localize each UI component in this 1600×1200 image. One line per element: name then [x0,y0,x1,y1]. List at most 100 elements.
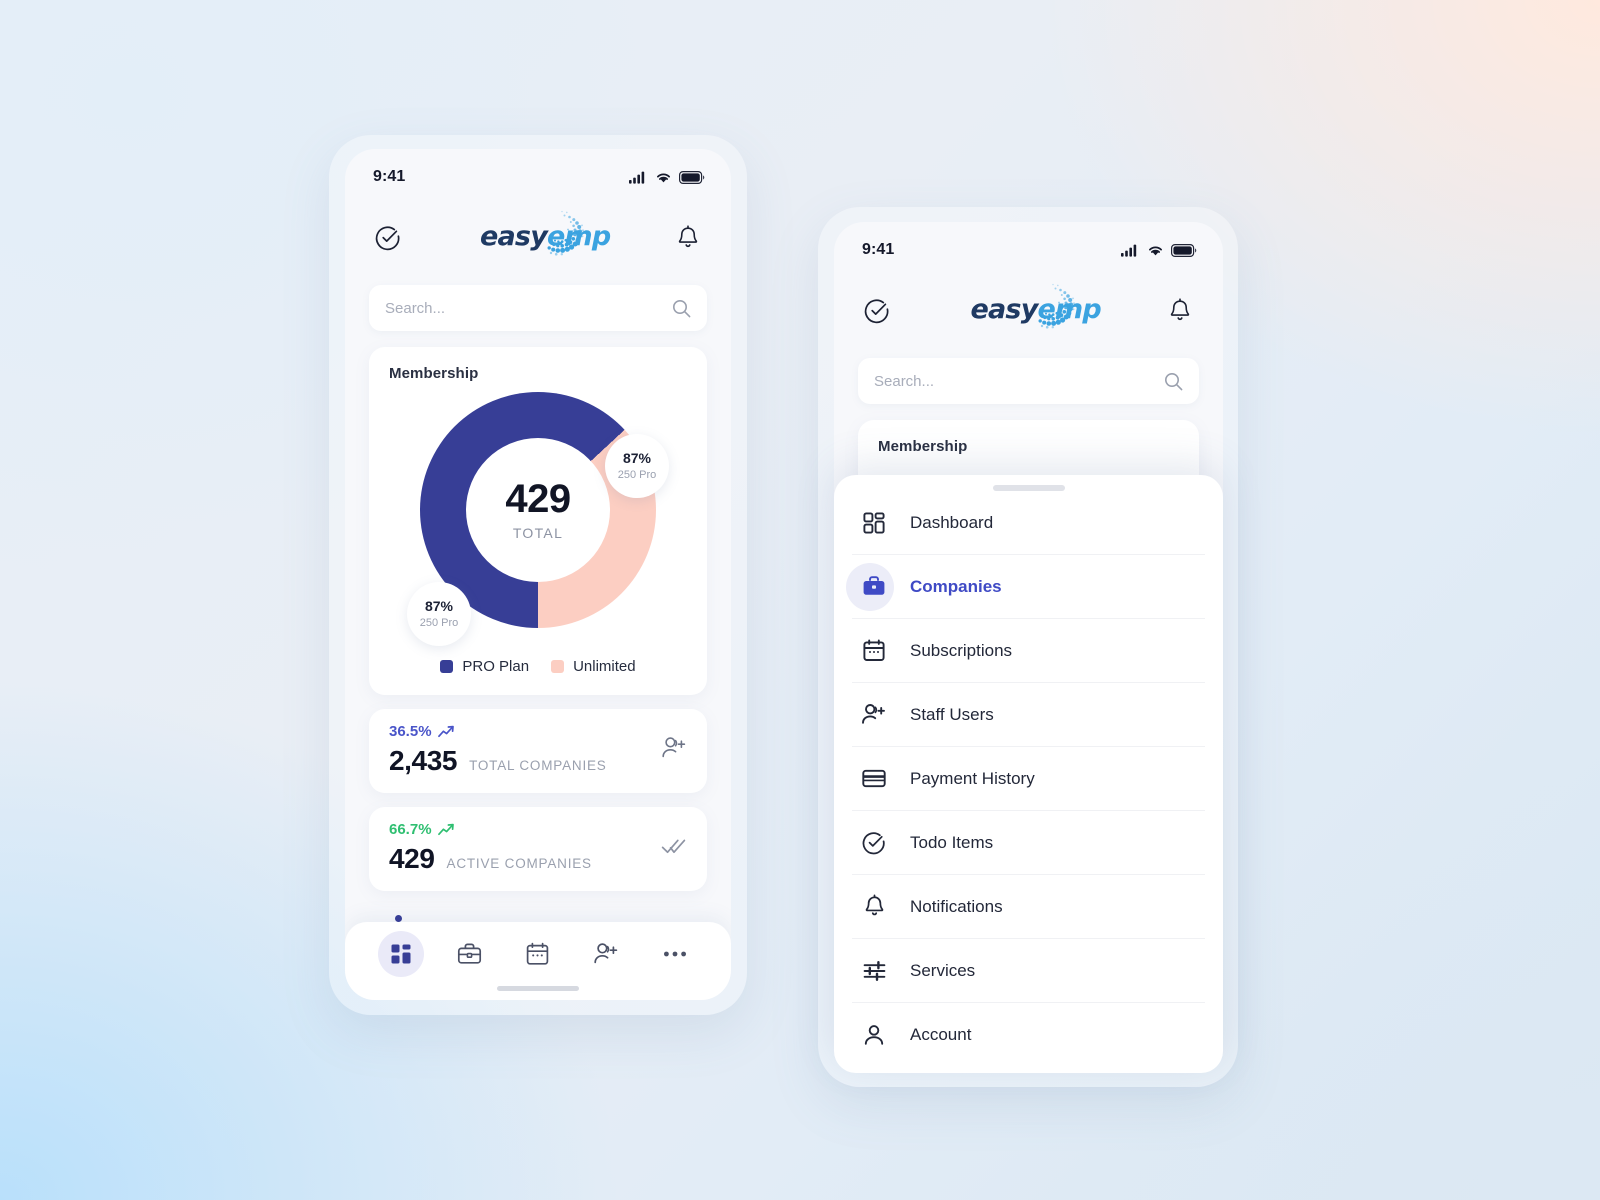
stat-percent: 36.5% [389,723,432,740]
legend-item-unlimited: Unlimited [551,658,636,675]
home-indicator [497,986,579,991]
stat-row: 429 ACTIVE COMPANIES [389,843,661,875]
search-input[interactable] [874,372,1164,390]
logo-word-emp: emp [547,221,611,252]
wifi-icon [657,172,670,182]
battery-icon [679,170,705,184]
dashboard-grid-icon [391,944,411,964]
check-circle-icon [375,226,400,251]
menu-item-services[interactable]: Services [852,939,1205,1003]
menu-item-notifications[interactable]: Notifications [852,875,1205,939]
search-bar[interactable] [369,285,707,331]
stat-content: 66.7% 429 ACTIVE COMPANIES [389,821,661,875]
check-circle-icon [864,299,889,324]
donut-total-label: TOTAL [512,525,564,541]
add-person-icon [661,736,687,765]
app-header: easyemp [834,268,1223,354]
menu-item-label: Services [910,960,976,980]
menu-item-dashboard[interactable]: Dashboard [852,491,1205,555]
search-input[interactable] [385,299,672,317]
stat-percent: 66.7% [389,821,432,838]
phone-screen-dashboard: 9:41 easyemp Search... Membership 429 TO… [345,149,731,1000]
person-icon [860,1021,888,1049]
badge-subtitle: 250 Pro [617,468,657,481]
donut-center: 429 TOTAL [466,438,610,582]
stat-caption: ACTIVE COMPANIES [446,856,592,871]
menu-item-todo-items[interactable]: Todo Items [852,811,1205,875]
status-time: 9:41 [373,168,406,185]
search-section [345,281,731,331]
check-circle-icon [860,829,888,857]
tab-subscriptions[interactable] [515,931,561,977]
bottom-tab-bar [345,915,731,1000]
calendar-icon [527,942,549,965]
menu-item-label: Payment History [910,768,1035,788]
status-icons [1121,243,1197,257]
membership-title: Membership [878,438,968,455]
legend-swatch [440,660,454,673]
menu-item-staff-users[interactable]: Staff Users [852,683,1205,747]
stat-delta: 66.7% [389,821,661,838]
legend-label: Unlimited [573,658,636,675]
notifications-button[interactable] [671,221,705,255]
todo-check-button[interactable] [371,221,405,255]
calendar-icon [860,637,888,665]
search-bar[interactable] [858,358,1199,404]
active-tab-dot [395,915,402,922]
more-dots-icon [663,951,686,957]
legend-label: PRO Plan [462,658,530,675]
add-person-icon [860,701,888,729]
trend-up-icon [437,823,454,835]
logo-wordmark: easyemp [971,294,1102,325]
stat-row: 2,435 TOTAL COMPANIES [389,745,661,777]
bell-icon [860,893,888,921]
menu-item-label: Dashboard [910,512,994,532]
bell-icon [678,225,698,248]
add-person-icon [594,943,618,964]
menu-bottom-sheet: Dashboard Companies Subscriptions Staff … [834,475,1223,1073]
cellular-signal-icon [1121,244,1137,257]
stat-value: 2,435 [389,745,458,776]
trend-up-icon [437,725,454,737]
status-time: 9:41 [862,241,895,258]
menu-item-label: Companies [910,576,1002,596]
stat-caption: TOTAL COMPANIES [469,758,607,773]
tab-more[interactable] [652,931,698,977]
badge-percent: 87% [622,450,652,467]
legend-item-pro: PRO Plan [440,658,529,675]
app-mockup-stage: 9:41 easyemp Search... Membership 429 TO… [0,0,1600,1200]
wifi-icon [1149,245,1162,255]
stat-value: 429 [389,843,435,874]
logo-word-easy: easy [480,221,548,252]
membership-donut-chart: 429 TOTAL 87% 250 Pro 87% 250 Pro [389,384,687,652]
tab-companies[interactable] [447,931,493,977]
search-icon[interactable] [672,299,691,318]
dashboard-grid-icon [860,509,888,537]
menu-item-label: Todo Items [910,832,994,852]
stat-card-total-companies[interactable]: 36.5% 2,435 TOTAL COMPANIES [369,709,707,793]
cellular-signal-icon [629,171,645,184]
tab-staff-users[interactable] [583,931,629,977]
stat-content: 36.5% 2,435 TOTAL COMPANIES [389,723,661,777]
tab-dashboard[interactable] [378,915,425,977]
logo-wordmark: easyemp [480,221,611,252]
briefcase-icon [458,943,482,964]
search-icon[interactable] [1164,372,1183,391]
todo-check-button[interactable] [860,294,894,328]
search-section [834,354,1223,404]
credit-card-icon [860,765,888,793]
menu-item-label: Staff Users [910,704,994,724]
menu-item-account[interactable]: Account [852,1003,1205,1067]
menu-item-payment-history[interactable]: Payment History [852,747,1205,811]
briefcase-icon [860,573,888,601]
battery-icon [1171,243,1197,257]
menu-item-subscriptions[interactable]: Subscriptions [852,619,1205,683]
stat-delta: 36.5% [389,723,661,740]
notifications-button[interactable] [1163,294,1197,328]
status-bar: 9:41 [834,222,1223,268]
menu-item-companies[interactable]: Companies [852,555,1205,619]
menu-item-label: Account [910,1025,972,1044]
app-logo: easyemp [478,209,611,267]
stat-card-active-companies[interactable]: 66.7% 429 ACTIVE COMPANIES [369,807,707,891]
legend-swatch [551,660,565,673]
